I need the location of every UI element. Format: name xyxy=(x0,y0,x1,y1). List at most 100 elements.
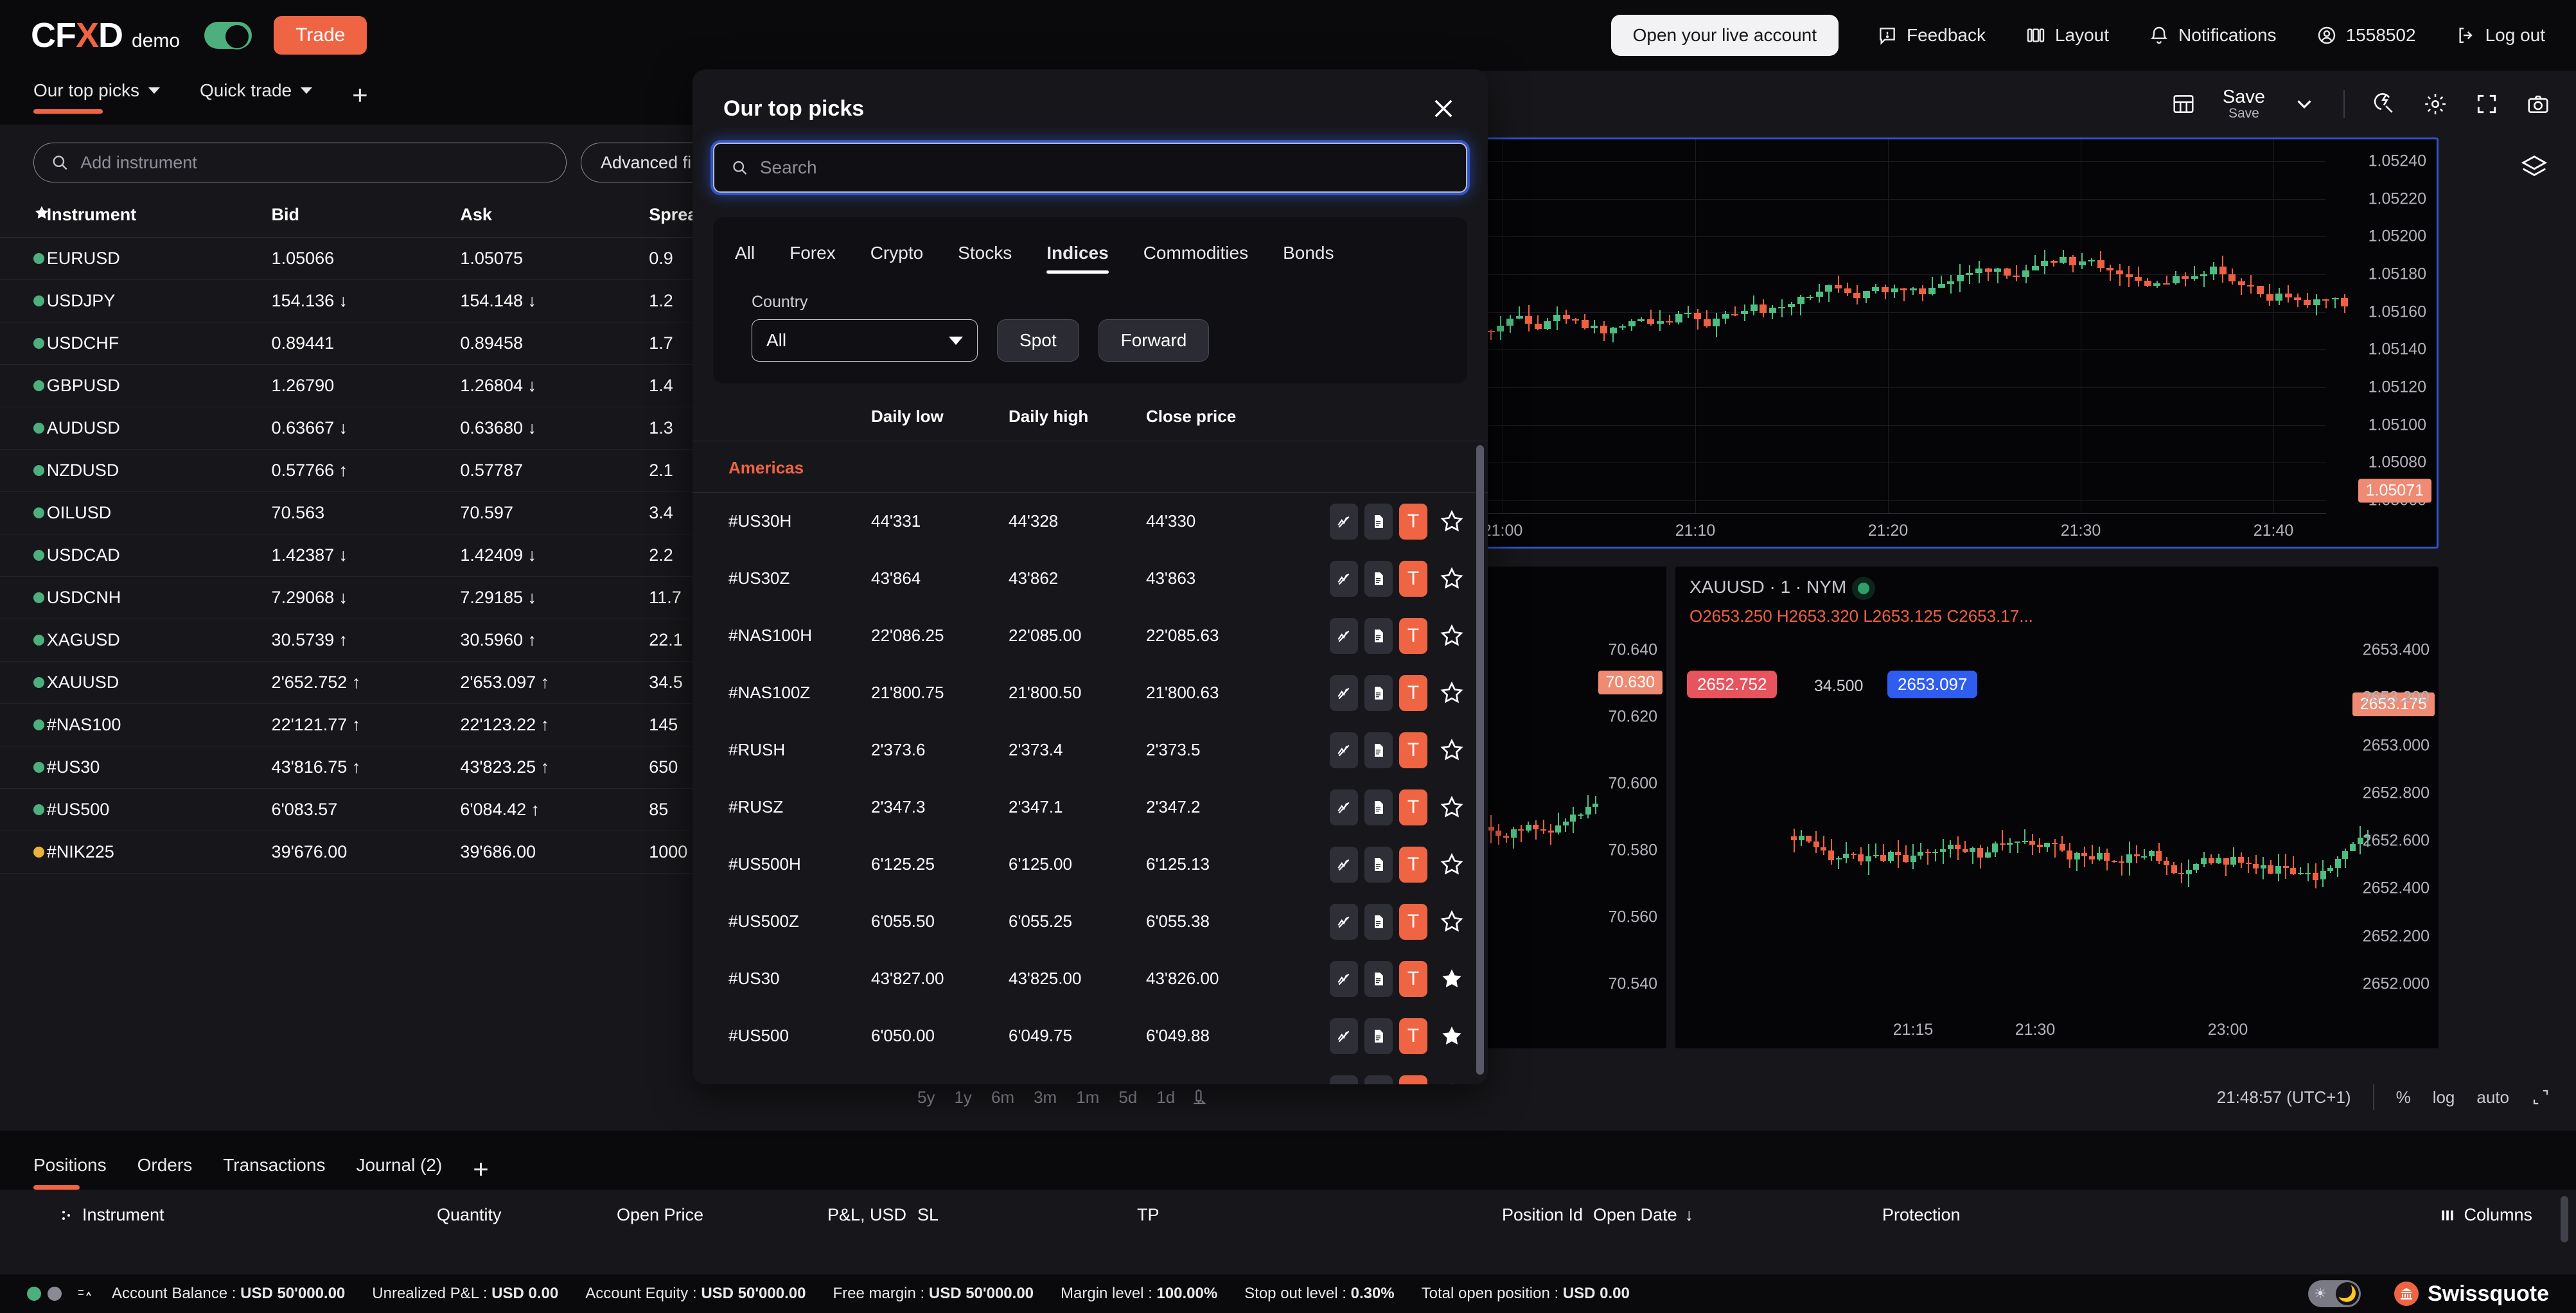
trade-button[interactable]: T xyxy=(1399,903,1427,940)
positions-column-p-l-usd[interactable]: P&L, USD xyxy=(827,1205,906,1225)
add-instrument-input[interactable] xyxy=(80,152,549,173)
instrument-name[interactable]: EURUSD xyxy=(46,237,272,280)
ask-price[interactable]: 22'123.22 ↑ xyxy=(460,703,649,746)
trade-button[interactable]: T xyxy=(1399,789,1427,825)
ask-price[interactable]: 70.597 xyxy=(460,491,649,534)
instrument-details-button[interactable] xyxy=(1364,903,1393,940)
notifications-button[interactable]: Notifications xyxy=(2149,25,2277,46)
instrument-row[interactable]: #US30Z 43'864 43'862 43'863 T xyxy=(693,550,1488,607)
category-tab-stocks[interactable]: Stocks xyxy=(958,234,1012,274)
open-live-account-button[interactable]: Open your live account xyxy=(1610,15,1839,56)
instrument-details-button[interactable] xyxy=(1364,560,1393,597)
category-tab-bonds[interactable]: Bonds xyxy=(1283,234,1334,274)
logout-button[interactable]: Log out xyxy=(2456,25,2545,46)
bid-price[interactable]: 22'121.77 ↑ xyxy=(271,703,461,746)
instrument-row[interactable]: #RUSZ 2'347.3 2'347.1 2'347.2 T xyxy=(693,779,1488,836)
positions-column-open-date[interactable]: Open Date ↓ xyxy=(1593,1205,1693,1225)
open-chart-button[interactable] xyxy=(1330,503,1358,540)
category-tab-commodities[interactable]: Commodities xyxy=(1143,234,1248,274)
positions-tab-orders[interactable]: Orders xyxy=(137,1155,193,1190)
positions-column-protection[interactable]: Protection xyxy=(1882,1205,1961,1225)
instrument-row[interactable]: #US500 6'050.00 6'049.75 6'049.88 T xyxy=(693,1007,1488,1064)
ask-price[interactable]: 0.57787 xyxy=(460,449,649,492)
instrument-name[interactable]: XAUUSD xyxy=(46,661,272,704)
account-id-button[interactable]: 1558502 xyxy=(2316,25,2416,46)
instrument-column-header[interactable]: Instrument xyxy=(46,195,272,238)
trade-button[interactable]: T xyxy=(1399,1075,1427,1084)
instrument-name[interactable]: #US30 xyxy=(46,746,272,789)
positions-column-instrument[interactable]: Instrument xyxy=(59,1205,164,1225)
range-5d[interactable]: 5d xyxy=(1118,1088,1137,1107)
instrument-row[interactable]: #US30 43'827.00 43'825.00 43'826.00 T xyxy=(693,950,1488,1007)
favorite-star-icon[interactable] xyxy=(1439,509,1465,534)
open-chart-button[interactable] xyxy=(1330,960,1358,997)
open-chart-button[interactable] xyxy=(1330,732,1358,768)
theme-toggle[interactable]: ☀ 🌙 xyxy=(2308,1280,2361,1307)
add-instrument-search[interactable] xyxy=(33,143,567,182)
bid-column-header[interactable]: Bid xyxy=(271,195,461,238)
instrument-row[interactable]: #NAS10021'776.7521'776.2521'776.50 T xyxy=(693,1064,1488,1084)
trade-button[interactable]: T xyxy=(1399,960,1427,997)
bid-price[interactable]: 39'676.00 xyxy=(271,831,461,874)
category-tab-forex[interactable]: Forex xyxy=(790,234,836,274)
camera-icon[interactable] xyxy=(2526,92,2550,116)
bid-price[interactable]: 0.57766 ↑ xyxy=(271,449,461,492)
advanced-filter-button[interactable]: Advanced fi xyxy=(581,143,712,182)
range-1m[interactable]: 1m xyxy=(1076,1088,1099,1107)
positions-column-quantity[interactable]: Quantity xyxy=(437,1205,502,1225)
add-watchlist-button[interactable]: + xyxy=(352,82,368,114)
open-chart-button[interactable] xyxy=(1330,846,1358,883)
open-chart-button[interactable] xyxy=(1330,674,1358,711)
favorite-star-icon[interactable] xyxy=(1439,852,1465,877)
open-chart-button[interactable] xyxy=(1330,560,1358,597)
auto-scale-button[interactable]: auto xyxy=(2476,1088,2509,1107)
ask-price[interactable]: 39'686.00 xyxy=(460,831,649,874)
positions-scrollbar[interactable] xyxy=(2561,1196,2568,1242)
instrument-name[interactable]: USDCHF xyxy=(46,322,272,365)
instrument-name[interactable]: #NIK225 xyxy=(46,831,272,874)
bid-price[interactable]: 7.29068 ↓ xyxy=(271,576,461,619)
trade-button[interactable]: Trade xyxy=(274,16,367,55)
ask-price[interactable]: 0.63680 ↓ xyxy=(460,407,649,450)
instrument-name[interactable]: #NAS100 xyxy=(46,703,272,746)
positions-column-open-price[interactable]: Open Price xyxy=(617,1205,703,1225)
instrument-row[interactable]: #US500H 6'125.25 6'125.00 6'125.13 T xyxy=(693,836,1488,893)
bid-price[interactable]: 1.26790 xyxy=(271,364,461,407)
instrument-name[interactable]: XAGUSD xyxy=(46,619,272,662)
bid-price[interactable]: 6'083.57 xyxy=(271,788,461,831)
bid-price[interactable]: 43'816.75 ↑ xyxy=(271,746,461,789)
positions-tab-journal[interactable]: Journal (2) xyxy=(356,1155,442,1190)
columns-button[interactable]: Columns xyxy=(2439,1205,2532,1225)
trade-button[interactable]: T xyxy=(1399,1018,1427,1054)
bid-price[interactable]: 30.5739 ↑ xyxy=(271,619,461,662)
ask-price[interactable]: 6'084.42 ↑ xyxy=(460,788,649,831)
open-chart-button[interactable] xyxy=(1330,1075,1358,1084)
range-3m[interactable]: 3m xyxy=(1034,1088,1057,1107)
layers-icon[interactable] xyxy=(2519,153,2549,182)
save-layout-button[interactable]: Save Save xyxy=(2223,87,2265,121)
range-5y[interactable]: 5y xyxy=(917,1088,935,1107)
watchlist-tab-our-top-picks[interactable]: Our top picks xyxy=(33,80,160,115)
category-tab-all[interactable]: All xyxy=(735,234,755,274)
watchlist-tab-quick-trade[interactable]: Quick trade xyxy=(200,80,313,115)
favorite-star-icon[interactable] xyxy=(1439,966,1465,992)
alert-search-icon[interactable] xyxy=(2372,92,2396,116)
favorite-star-icon[interactable] xyxy=(1439,623,1465,649)
instrument-name[interactable]: #US500 xyxy=(46,788,272,831)
favorite-star-icon[interactable] xyxy=(1439,1080,1465,1085)
favorite-star-icon[interactable] xyxy=(1439,737,1465,763)
chevron-down-icon[interactable] xyxy=(2292,92,2316,116)
modal-search-input[interactable] xyxy=(759,157,1449,178)
instrument-name[interactable]: GBPUSD xyxy=(46,364,272,407)
sub-chart-xauusd[interactable]: XAUUSD · 1 · NYM O2653.250 H2653.320 L26… xyxy=(1675,567,2439,1048)
log-scale-button[interactable]: log xyxy=(2433,1088,2455,1107)
range-1d[interactable]: 1d xyxy=(1156,1088,1175,1107)
instrument-name[interactable]: USDJPY xyxy=(46,279,272,322)
trade-button[interactable]: T xyxy=(1399,732,1427,768)
ask-price[interactable]: 1.26804 ↓ xyxy=(460,364,649,407)
positions-column-tp[interactable]: TP xyxy=(1137,1205,1160,1225)
instrument-details-button[interactable] xyxy=(1364,674,1393,711)
instrument-details-button[interactable] xyxy=(1364,846,1393,883)
main-chart-price-axis[interactable]: 1.05240 1.05220 1.05200 1.05180 1.05160 1.051… xyxy=(2326,139,2437,547)
bid-price[interactable]: 0.63667 ↓ xyxy=(271,407,461,450)
